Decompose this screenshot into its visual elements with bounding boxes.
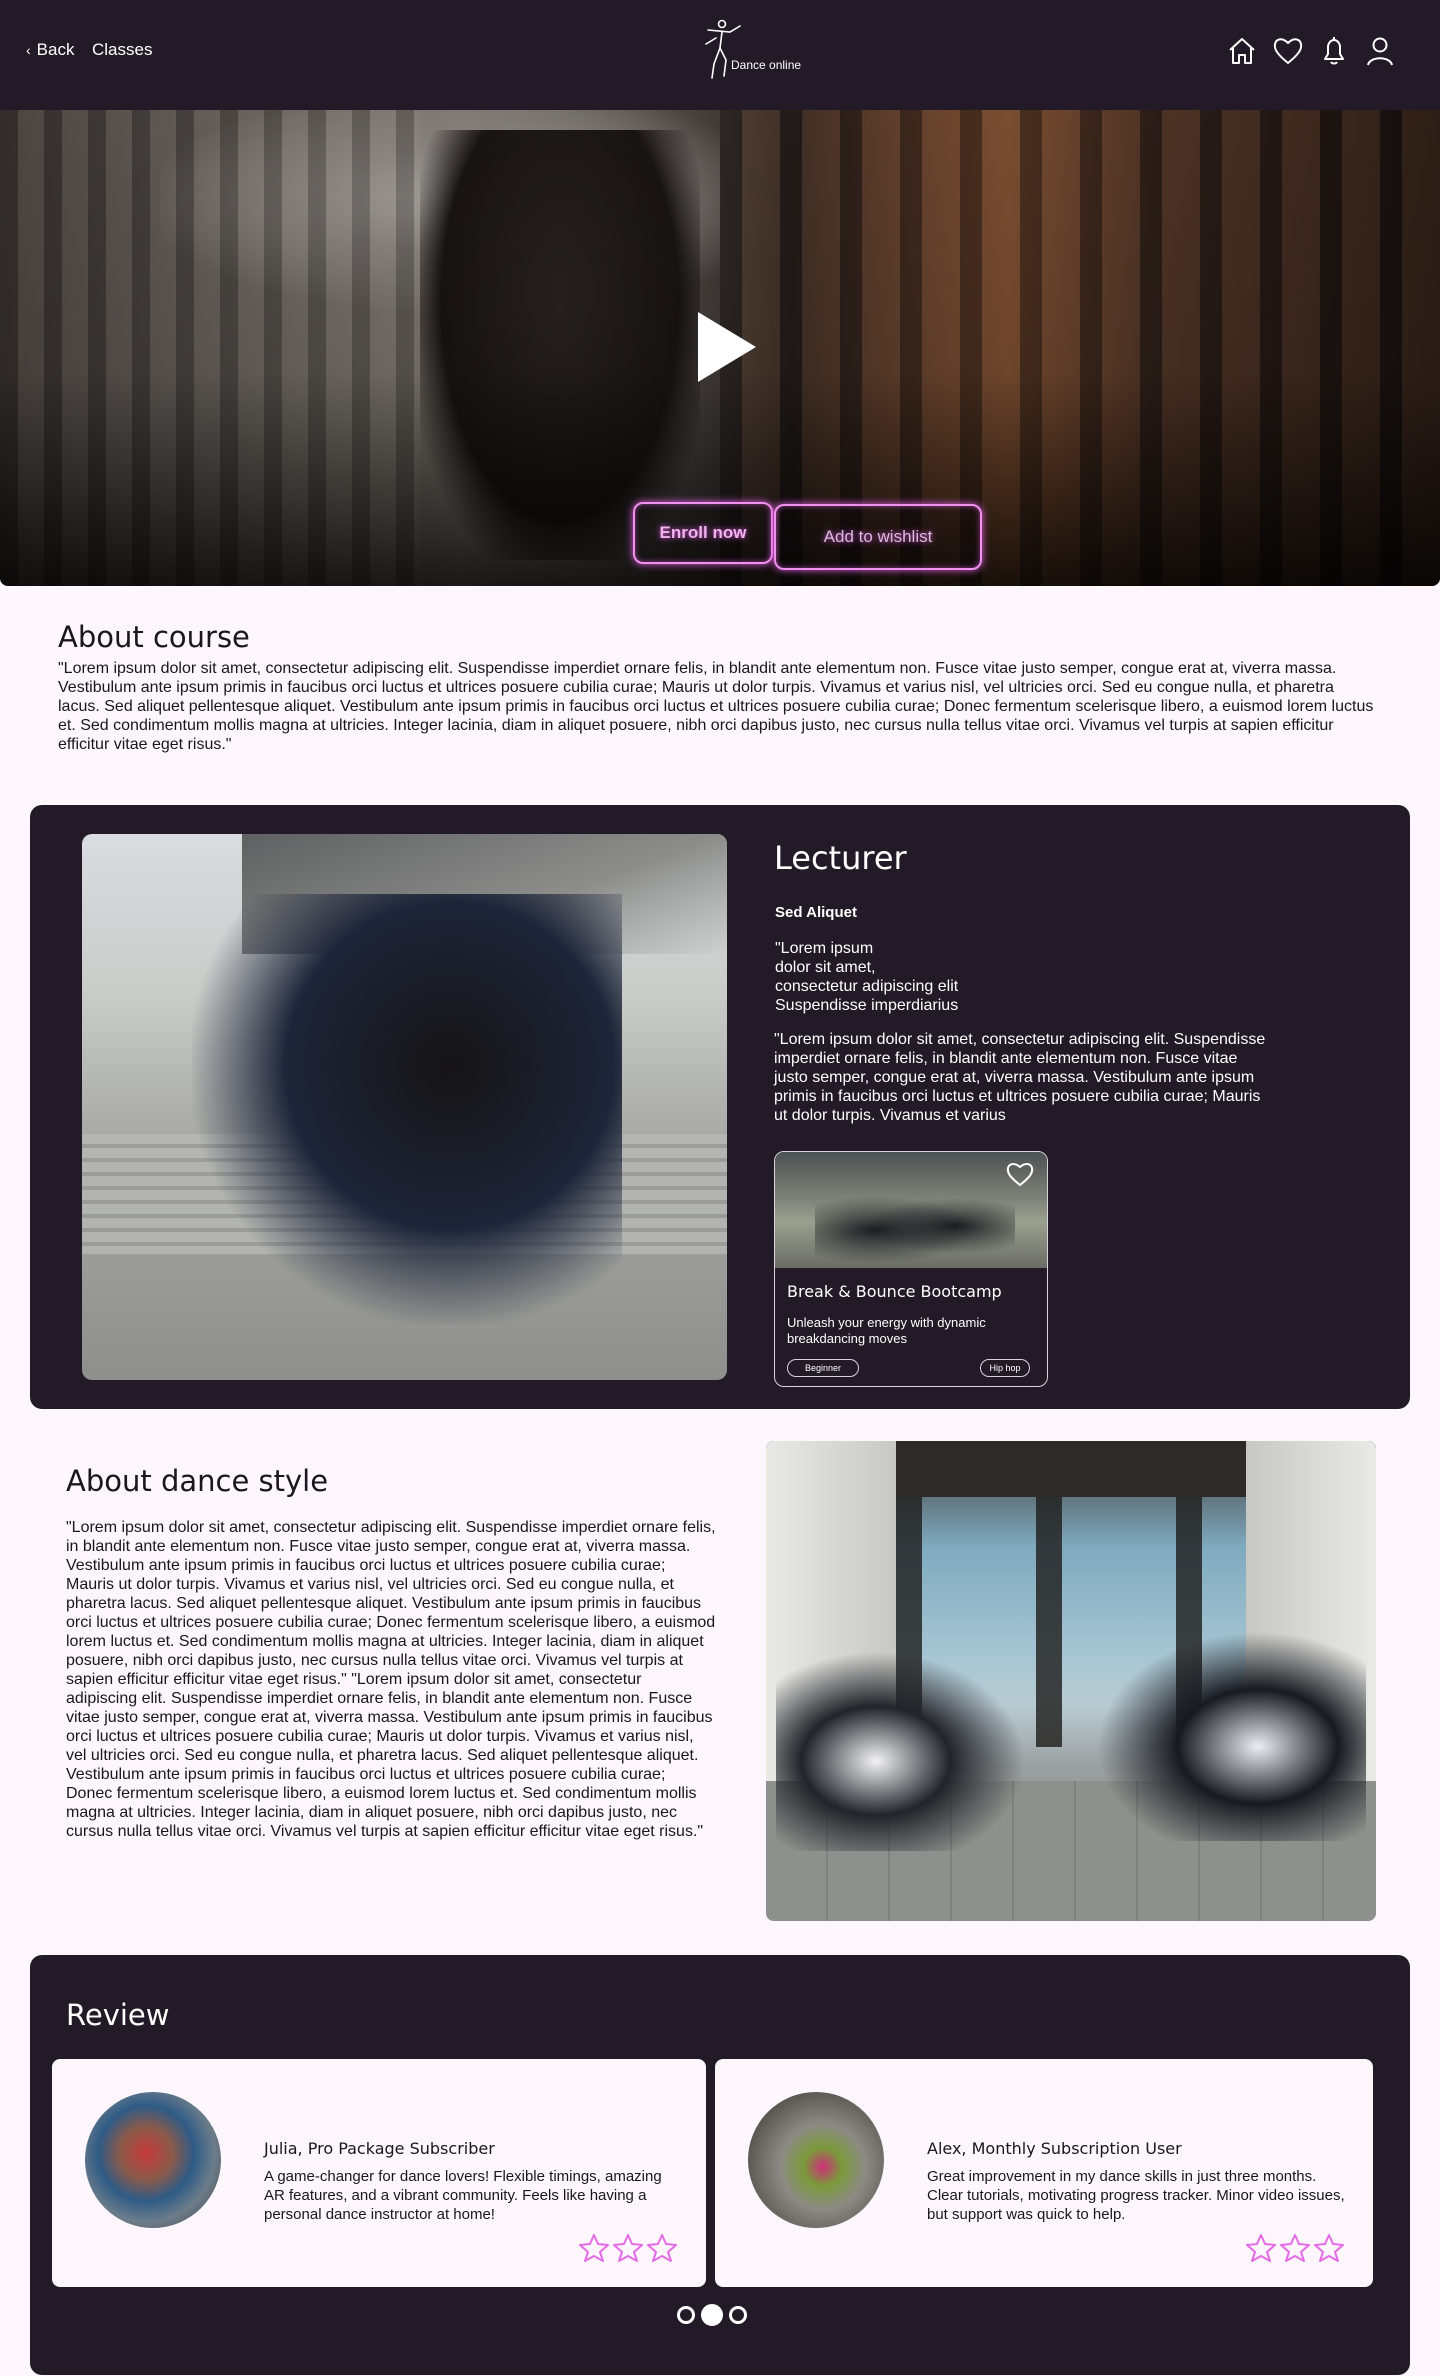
- reviewer-name: Alex, Monthly Subscription User: [927, 2139, 1182, 2158]
- class-card-title: Break & Bounce Bootcamp: [787, 1282, 1002, 1301]
- review-pager: [677, 2304, 747, 2326]
- review-text: A game-changer for dance lovers! Flexibl…: [264, 2168, 662, 2223]
- star-icon: [613, 2234, 643, 2262]
- star-icon: [1280, 2234, 1310, 2262]
- review-title: Review: [66, 1998, 170, 2032]
- rating-stars: [578, 2233, 678, 2263]
- bell-icon[interactable]: [1318, 34, 1350, 68]
- add-to-wishlist-button[interactable]: Add to wishlist: [774, 504, 982, 570]
- style-tag[interactable]: Hip hop: [980, 1359, 1030, 1377]
- about-course-text: "Lorem ipsum dolor sit amet, consectetur…: [58, 660, 1374, 753]
- star-icon: [579, 2234, 609, 2262]
- class-card-image: [775, 1152, 1047, 1268]
- pager-dot-active[interactable]: [701, 2304, 723, 2326]
- top-nav: ‹ Back Classes Dance online: [0, 0, 1440, 110]
- chevron-left-icon: ‹: [26, 42, 31, 58]
- lecturer-title: Lecturer: [774, 839, 907, 877]
- back-label: Back: [36, 40, 75, 59]
- user-icon[interactable]: [1364, 34, 1396, 68]
- avatar: [748, 2092, 884, 2228]
- about-course-title: About course: [58, 620, 250, 654]
- heart-icon[interactable]: [1005, 1160, 1035, 1188]
- dancer-logo-icon[interactable]: [700, 18, 820, 82]
- about-style-text: "Lorem ipsum dolor sit amet, consectetur…: [66, 1519, 716, 1840]
- rating-stars: [1245, 2233, 1345, 2263]
- avatar: [85, 2092, 221, 2228]
- review-text: Great improvement in my dance skills in …: [927, 2168, 1345, 2223]
- back-button[interactable]: ‹ Back: [26, 40, 74, 60]
- lecturer-bio: "Lorem ipsum dolor sit amet, consectetur…: [774, 1031, 1266, 1124]
- classes-link[interactable]: Classes: [92, 40, 152, 60]
- pager-dot[interactable]: [677, 2306, 695, 2324]
- pager-dot[interactable]: [729, 2306, 747, 2324]
- reviewer-name: Julia, Pro Package Subscriber: [264, 2139, 495, 2158]
- dance-style-photo: [766, 1441, 1376, 1921]
- heart-icon[interactable]: [1272, 34, 1304, 68]
- lecturer-name: Sed Aliquet: [775, 904, 857, 921]
- photo-dancer-right: [1096, 1631, 1366, 1841]
- class-card[interactable]: Break & Bounce Bootcamp Unleash your ene…: [774, 1151, 1048, 1387]
- home-icon[interactable]: [1226, 34, 1258, 68]
- star-icon: [647, 2234, 677, 2262]
- lecturer-section: Lecturer Sed Aliquet "Lorem ipsum dolor …: [30, 805, 1410, 1409]
- level-tag[interactable]: Beginner: [787, 1359, 859, 1377]
- play-icon[interactable]: [696, 310, 758, 384]
- star-icon: [1246, 2234, 1276, 2262]
- hero-video[interactable]: Enroll now Add to wishlist: [0, 110, 1440, 586]
- enroll-now-button[interactable]: Enroll now: [633, 502, 773, 564]
- review-card: Alex, Monthly Subscription User Great im…: [715, 2059, 1373, 2287]
- class-card-description: Unleash your energy with dynamic breakda…: [787, 1315, 986, 1346]
- brand-name: Dance online: [731, 58, 802, 72]
- lecturer-quote: "Lorem ipsum dolor sit amet, consectetur…: [775, 940, 959, 1014]
- review-section: Review Julia, Pro Package Subscriber A g…: [30, 1955, 1410, 2375]
- star-icon: [1314, 2234, 1344, 2262]
- photo-dancer-left: [776, 1651, 1026, 1851]
- about-style-title: About dance style: [66, 1464, 329, 1498]
- photo-dancer: [192, 894, 622, 1324]
- lecturer-photo: [82, 834, 727, 1380]
- review-card: Julia, Pro Package Subscriber A game-cha…: [52, 2059, 706, 2287]
- class-card-dancers: [815, 1182, 1015, 1262]
